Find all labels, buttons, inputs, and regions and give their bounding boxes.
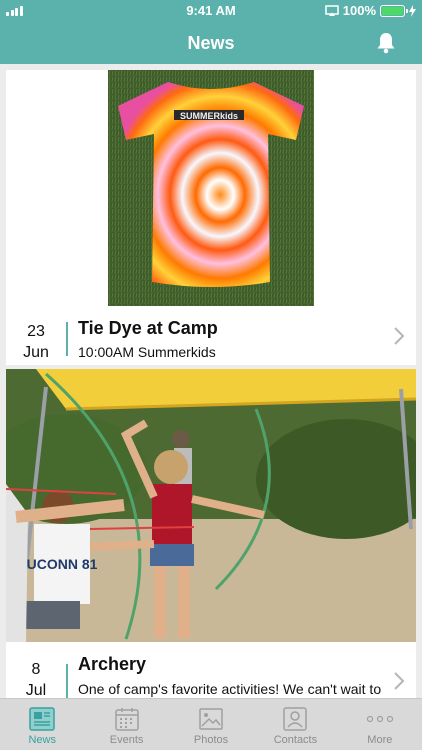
battery-icon: [380, 4, 408, 17]
event-month: Jun: [23, 344, 49, 361]
event-date: 23 Jun: [6, 321, 66, 363]
event-day: 8: [31, 661, 41, 678]
event-title: Archery: [78, 654, 147, 674]
status-bar: 9:41 AM 100%: [0, 0, 422, 22]
event-month: Jul: [25, 682, 47, 698]
archery-photo: UCONN 81: [6, 369, 416, 642]
contact-card-icon: [283, 707, 308, 731]
screen-mirror-icon: [325, 4, 339, 16]
tab-label: More: [367, 734, 393, 746]
page-title: News: [187, 33, 235, 53]
battery-percentage: 100%: [342, 3, 376, 18]
date-divider: [66, 322, 68, 356]
event-subtitle: One of camp's favorite activities! We ca…: [78, 681, 382, 697]
newspaper-icon: [29, 707, 55, 731]
tie-dye-shirt-photo: SUMMERkids: [108, 70, 314, 306]
event-date: 8 Jul: [6, 659, 66, 698]
calendar-icon: [114, 708, 139, 731]
chevron-right-icon[interactable]: [392, 671, 406, 691]
tab-news[interactable]: News: [0, 699, 84, 750]
date-divider: [66, 664, 68, 698]
event-subtitle: 10:00AM Summerkids: [78, 344, 216, 360]
tab-label: Photos: [193, 734, 229, 746]
tab-label: News: [28, 734, 56, 746]
photo-icon: [199, 708, 223, 730]
tab-label: Events: [109, 734, 144, 746]
tab-more[interactable]: More: [338, 699, 422, 750]
tab-label: Contacts: [273, 734, 318, 746]
tab-bar: News Events Photos Contacts More: [0, 698, 422, 750]
navigation-bar: News: [0, 22, 422, 64]
chevron-right-icon[interactable]: [392, 326, 406, 346]
event-day: 23: [27, 323, 45, 340]
more-dots-icon: [366, 715, 393, 723]
tab-events[interactable]: Events: [84, 699, 168, 750]
event-title: Tie Dye at Camp: [78, 318, 218, 338]
jersey-print-text: UCONN 81: [27, 556, 98, 572]
event-card-archery[interactable]: UCONN 81 8 Jul Archery One of camp's fav…: [6, 369, 416, 698]
tab-photos[interactable]: Photos: [169, 699, 253, 750]
tab-contacts[interactable]: Contacts: [253, 699, 337, 750]
event-card-tie-dye[interactable]: SUMMERkids 23 Jun Tie Dye at Camp 10:00A…: [6, 70, 416, 365]
charging-bolt-icon: [409, 4, 416, 17]
news-feed[interactable]: SUMMERkids 23 Jun Tie Dye at Camp 10:00A…: [0, 64, 422, 698]
shirt-print-text: SUMMERkids: [180, 111, 238, 121]
notification-bell-icon[interactable]: [374, 31, 398, 55]
